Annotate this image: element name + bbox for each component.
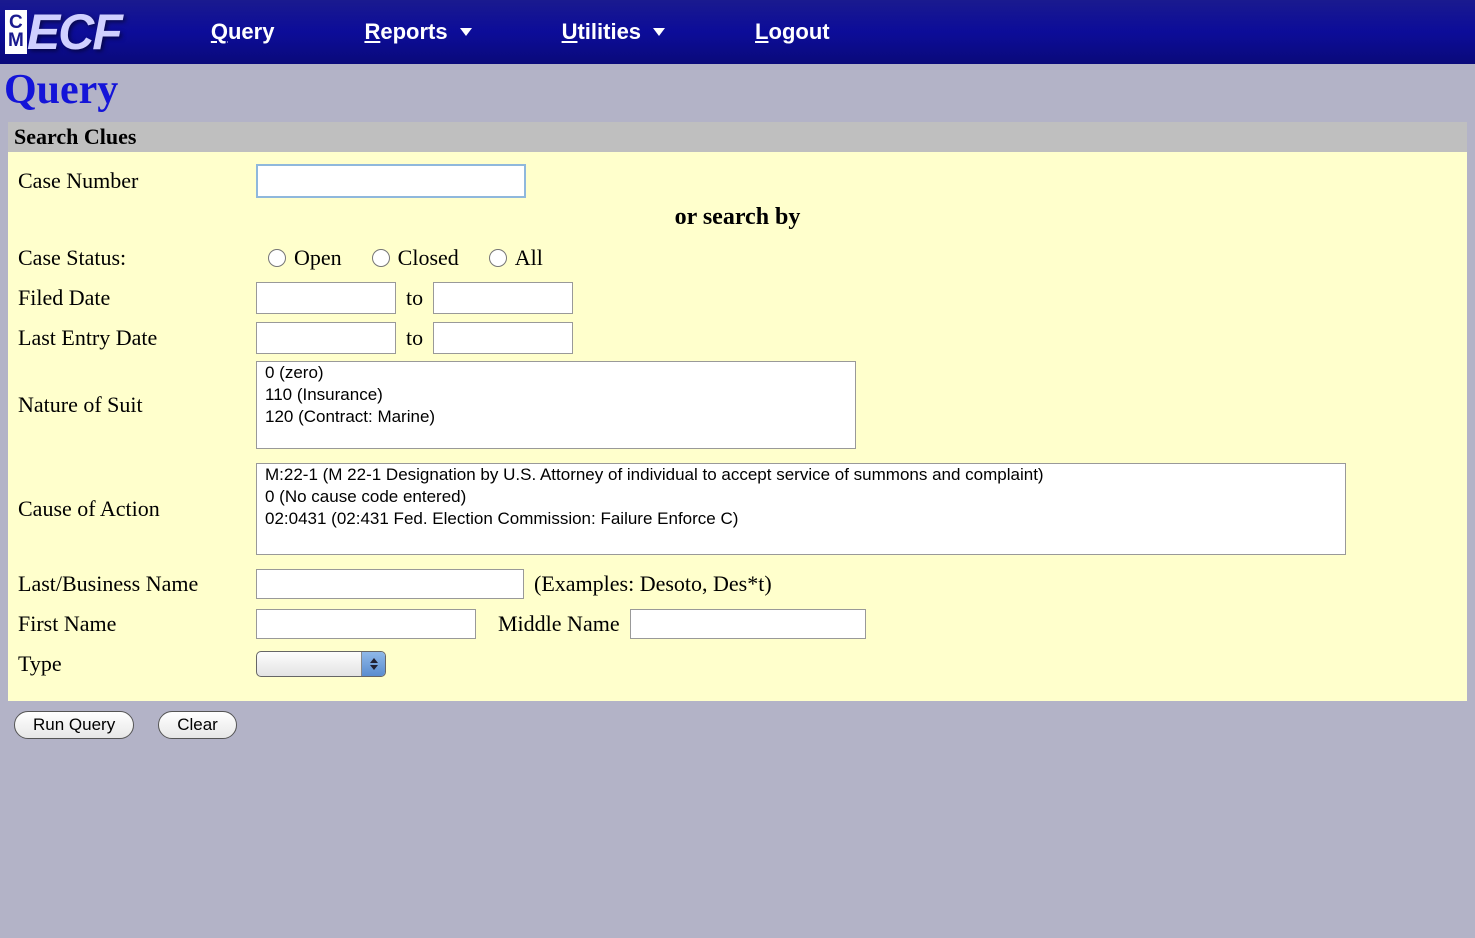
case-status-open[interactable]: Open (268, 245, 342, 271)
list-item[interactable]: 120 (Contract: Marine) (257, 406, 855, 428)
first-name-input[interactable] (256, 609, 476, 639)
logo-ecf-text: ECF (27, 3, 121, 61)
case-status-label: Case Status: (18, 245, 256, 271)
last-entry-date-label: Last Entry Date (18, 325, 256, 351)
nav-utilities-accesskey: U (562, 19, 578, 44)
last-business-name-label: Last/Business Name (18, 571, 256, 597)
radio-closed[interactable] (372, 249, 390, 267)
nature-of-suit-label: Nature of Suit (18, 392, 256, 418)
or-search-by-label: or search by (18, 204, 1457, 231)
nav-utilities[interactable]: Utilities (562, 19, 665, 45)
filed-date-from-input[interactable] (256, 282, 396, 314)
case-number-label: Case Number (18, 168, 256, 194)
form-body: Case Number or search by Case Status: Op… (8, 152, 1467, 701)
list-item[interactable]: M:22-1 (M 22-1 Designation by U.S. Attor… (257, 464, 1345, 486)
clear-button[interactable]: Clear (158, 711, 237, 739)
chevron-down-icon (460, 28, 472, 36)
radio-all[interactable] (489, 249, 507, 267)
logo-cm-bot: M (8, 32, 24, 50)
radio-all-label: All (515, 245, 543, 271)
nav-query-accesskey: Q (211, 19, 228, 44)
radio-open[interactable] (268, 249, 286, 267)
case-number-input[interactable] (256, 164, 526, 198)
nav-logout[interactable]: Logout (755, 19, 830, 45)
nav-reports-accesskey: R (364, 19, 380, 44)
filed-date-label: Filed Date (18, 285, 256, 311)
case-status-closed[interactable]: Closed (372, 245, 459, 271)
page-title: Query (0, 64, 1475, 122)
section-header: Search Clues (8, 122, 1467, 152)
type-select[interactable] (256, 651, 386, 677)
list-item[interactable]: 0 (No cause code entered) (257, 486, 1345, 508)
logo-cm-badge: C M (5, 10, 27, 54)
query-form: Search Clues Case Number or search by Ca… (0, 122, 1475, 759)
top-nav: C M ECF Query Reports Utilities Logout (0, 0, 1475, 64)
nav-logout-rest: ogout (769, 19, 830, 44)
list-item[interactable]: 0 (zero) (257, 362, 855, 384)
logo: C M ECF (0, 0, 151, 64)
radio-open-label: Open (294, 245, 342, 271)
last-business-name-input[interactable] (256, 569, 524, 599)
radio-closed-label: Closed (398, 245, 459, 271)
nav-utilities-rest: tilities (577, 19, 641, 44)
last-entry-to-label: to (406, 325, 423, 351)
filed-date-to-label: to (406, 285, 423, 311)
nav-reports[interactable]: Reports (364, 19, 471, 45)
nav-query-rest: uery (228, 19, 274, 44)
last-entry-to-input[interactable] (433, 322, 573, 354)
filed-date-to-input[interactable] (433, 282, 573, 314)
examples-text: (Examples: Desoto, Des*t) (534, 571, 772, 597)
nav-items: Query Reports Utilities Logout (211, 19, 830, 45)
case-status-all[interactable]: All (489, 245, 543, 271)
middle-name-input[interactable] (630, 609, 866, 639)
case-status-radios: Open Closed All (268, 245, 543, 271)
cause-of-action-label: Cause of Action (18, 496, 256, 522)
cause-of-action-listbox[interactable]: M:22-1 (M 22-1 Designation by U.S. Attor… (256, 463, 1346, 555)
middle-name-label: Middle Name (498, 611, 620, 637)
list-item[interactable]: 02:0431 (02:431 Fed. Election Commission… (257, 508, 1345, 530)
nav-query[interactable]: Query (211, 19, 275, 45)
nav-reports-rest: eports (380, 19, 447, 44)
nature-of-suit-listbox[interactable]: 0 (zero) 110 (Insurance) 120 (Contract: … (256, 361, 856, 449)
first-name-label: First Name (18, 611, 256, 637)
button-row: Run Query Clear (8, 701, 1467, 749)
last-entry-from-input[interactable] (256, 322, 396, 354)
nav-logout-accesskey: L (755, 19, 768, 44)
list-item[interactable]: 110 (Insurance) (257, 384, 855, 406)
type-label: Type (18, 651, 256, 677)
run-query-button[interactable]: Run Query (14, 711, 134, 739)
chevron-down-icon (653, 28, 665, 36)
updown-arrows-icon (361, 652, 385, 676)
